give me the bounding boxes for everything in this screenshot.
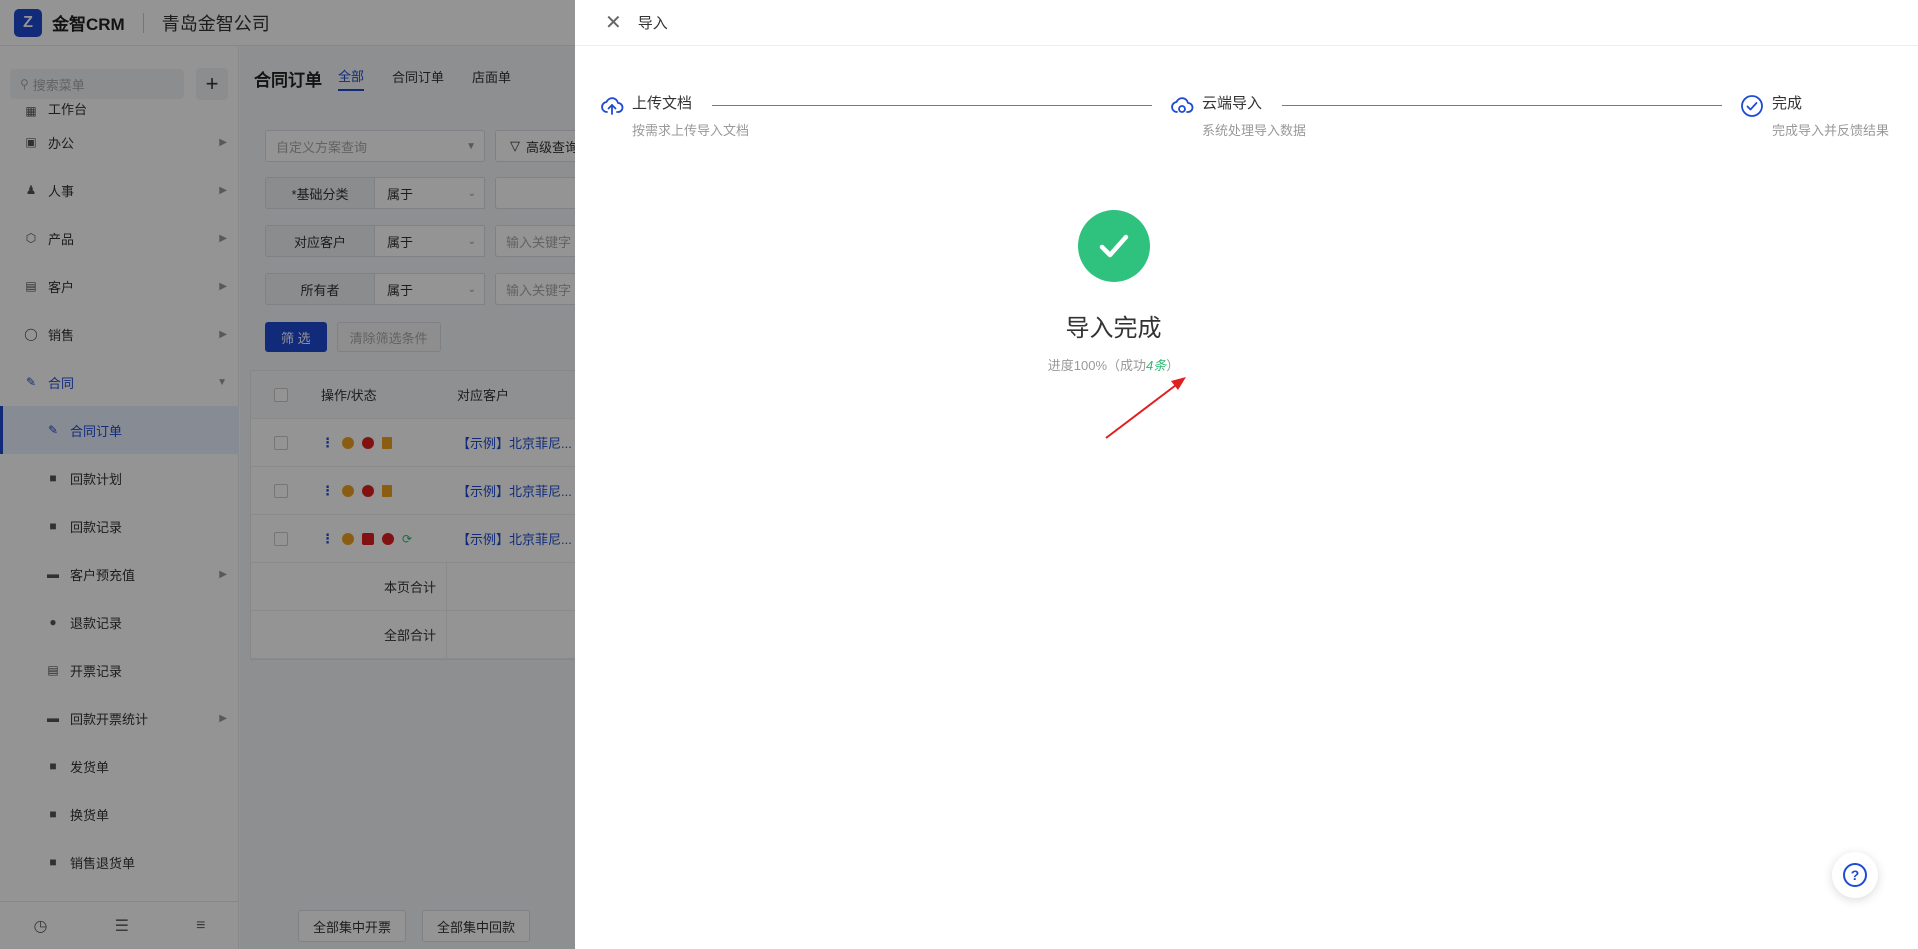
help-button[interactable]: ? [1832,852,1878,898]
result-title: 导入完成 [1065,315,1162,342]
drawer-header: ✕ 导入 [575,0,1918,46]
step-desc: 完成导入并反馈结果 [1772,123,1890,138]
step-connector [1282,105,1722,106]
step-desc: 系统处理导入数据 [1202,123,1307,138]
import-drawer: ✕ 导入 上传文档 按需求上传导入文档 云端导入 系统处理导入数据 完成 完成导… [575,0,1918,949]
question-circle-icon: ? [1843,863,1867,887]
import-steps: 上传文档 按需求上传导入文档 云端导入 系统处理导入数据 完成 完成导入并反馈结… [600,94,1910,144]
step-connector [712,105,1152,106]
drawer-title: 导入 [637,15,668,32]
step-cloud-import: 云端导入 系统处理导入数据 [1170,94,1306,139]
step-title: 完成 [1772,95,1803,112]
step-desc: 按需求上传导入文档 [632,123,750,138]
annotation-arrow-icon [1105,377,1186,439]
import-result: 导入完成 进度100%（成功4条） [575,210,1918,374]
cloud-upload-icon [601,97,624,115]
step-title: 上传文档 [632,95,693,112]
help-symbol: ? [1851,867,1860,883]
step-title: 云端导入 [1202,95,1263,112]
check-circle-icon [1741,95,1763,117]
modal-overlay[interactable] [0,0,575,949]
cloud-sync-icon [1171,97,1194,113]
close-icon[interactable]: ✕ [605,13,622,33]
step-upload: 上传文档 按需求上传导入文档 [600,94,749,139]
step-complete: 完成 完成导入并反馈结果 [1740,94,1889,139]
success-check-icon [1077,210,1150,282]
